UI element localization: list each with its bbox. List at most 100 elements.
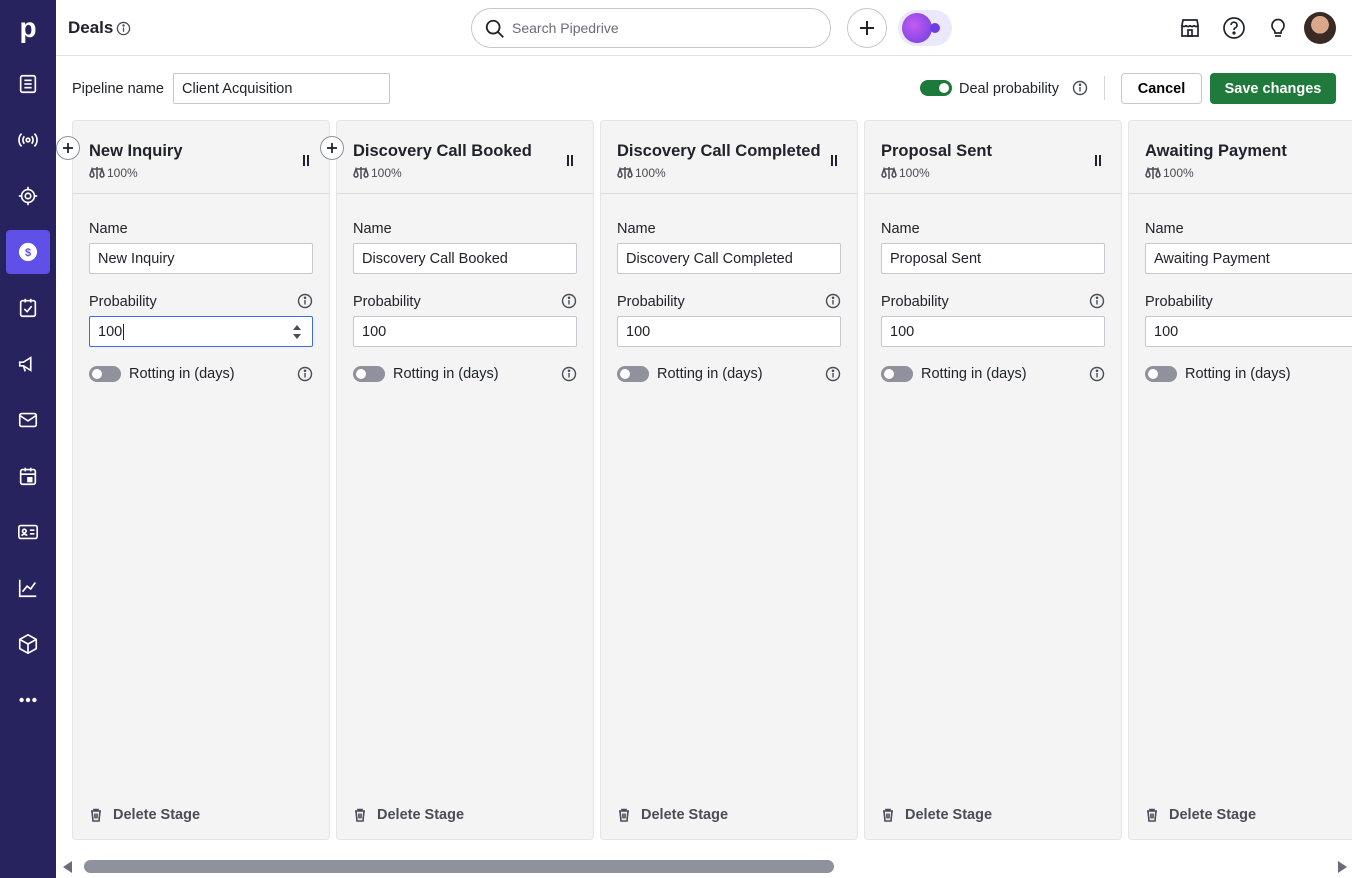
rotting-toggle[interactable] [1145, 366, 1177, 382]
top-bar: Deals Search Pipedrive [56, 0, 1352, 56]
plus-icon [63, 143, 73, 153]
activities-icon[interactable] [6, 286, 50, 330]
rotting-toggle[interactable] [881, 366, 913, 382]
page-title: Deals [68, 18, 114, 37]
probability-input[interactable]: 100 [881, 316, 1105, 347]
delete-stage-label: Delete Stage [1169, 807, 1257, 823]
info-icon[interactable] [1072, 80, 1088, 96]
stage-probability-value: 100% [371, 166, 402, 180]
text-caret [123, 323, 125, 340]
info-icon[interactable] [297, 293, 313, 309]
rotting-toggle[interactable] [353, 366, 385, 382]
probability-input[interactable]: 100 [353, 316, 577, 347]
drag-handle-icon[interactable] [1095, 155, 1101, 166]
insights-icon[interactable] [6, 566, 50, 610]
calendar-icon[interactable] [6, 454, 50, 498]
scale-icon [89, 166, 105, 179]
delete-stage-label: Delete Stage [377, 807, 465, 823]
stage-header: New Inquiry 100% [73, 121, 329, 194]
info-icon[interactable] [1089, 366, 1105, 382]
name-label: Name [881, 221, 920, 237]
horizontal-scrollbar[interactable] [56, 856, 1352, 878]
stage-name-input[interactable]: Discovery Call Booked [353, 243, 577, 274]
lightbulb-icon[interactable] [1266, 16, 1290, 40]
drag-handle-icon[interactable] [831, 155, 837, 166]
info-icon[interactable] [561, 366, 577, 382]
stage-header: Discovery Call Booked 100% [337, 121, 593, 194]
delete-stage-button[interactable]: Delete Stage [881, 807, 992, 823]
delete-stage-button[interactable]: Delete Stage [1145, 807, 1256, 823]
delete-stage-button[interactable]: Delete Stage [353, 807, 464, 823]
marketplace-icon[interactable] [1178, 16, 1202, 40]
campaigns-icon[interactable] [6, 342, 50, 386]
stage-column: Awaiting Payment 100% Name Awaiting Paym… [1128, 120, 1352, 840]
products-icon[interactable] [6, 622, 50, 666]
scale-icon [1145, 166, 1161, 179]
info-icon[interactable] [116, 21, 131, 36]
add-stage-button[interactable] [320, 136, 344, 160]
stage-title: Discovery Call Booked [353, 142, 532, 160]
delete-stage-button[interactable]: Delete Stage [89, 807, 200, 823]
info-icon[interactable] [561, 293, 577, 309]
probability-input[interactable]: 100 [617, 316, 841, 347]
help-icon[interactable] [1222, 16, 1246, 40]
delete-stage-label: Delete Stage [641, 807, 729, 823]
drag-handle-icon[interactable] [303, 155, 309, 166]
stage-probability-value: 100% [635, 166, 666, 180]
stage-header: Awaiting Payment 100% [1129, 121, 1352, 194]
trash-icon [1147, 808, 1157, 822]
probability-input[interactable]: 100 [1145, 316, 1352, 347]
scrollbar-thumb[interactable] [84, 860, 834, 873]
cancel-button[interactable]: Cancel [1121, 73, 1202, 104]
contacts-icon[interactable] [6, 510, 50, 554]
stage-probability-badge: 100% [617, 166, 666, 180]
deal-probability-toggle[interactable] [920, 80, 952, 96]
search-input[interactable]: Search Pipedrive [471, 8, 831, 48]
trash-icon [619, 808, 629, 822]
radar-icon[interactable] [6, 118, 50, 162]
probability-value: 100 [98, 323, 123, 340]
save-changes-button[interactable]: Save changes [1210, 73, 1336, 104]
drag-handle-icon[interactable] [567, 155, 573, 166]
probability-input[interactable]: 100 [89, 316, 313, 347]
probability-label: Probability [617, 294, 685, 310]
stage-title: Proposal Sent [881, 142, 992, 160]
stage-column: Discovery Call Booked 100% Name Discover… [336, 120, 594, 840]
delete-stage-button[interactable]: Delete Stage [617, 807, 728, 823]
stage-probability-badge: 100% [881, 166, 930, 180]
mail-icon[interactable] [6, 398, 50, 442]
pipeline-name-input[interactable] [173, 73, 390, 104]
rotting-label: Rotting in (days) [921, 366, 1027, 382]
avatar[interactable] [1304, 12, 1336, 44]
probability-label: Probability [89, 294, 157, 310]
delete-stage-label: Delete Stage [113, 807, 201, 823]
stage-name-input[interactable]: Awaiting Payment [1145, 243, 1352, 274]
pipedrive-logo[interactable]: p [0, 0, 56, 56]
info-icon[interactable] [825, 293, 841, 309]
stage-probability-value: 100% [899, 166, 930, 180]
divider [1104, 76, 1105, 100]
target-icon[interactable] [6, 174, 50, 218]
ai-assistant-button[interactable] [898, 10, 952, 46]
name-label: Name [1145, 221, 1184, 237]
deals-icon[interactable]: $ [6, 230, 50, 274]
stepper-icon[interactable] [292, 324, 302, 340]
search-icon [485, 19, 504, 38]
stage-name-input[interactable]: Discovery Call Completed [617, 243, 841, 274]
stage-name-input[interactable]: New Inquiry [89, 243, 313, 274]
svg-text:$: $ [25, 247, 31, 259]
leads-icon[interactable] [6, 62, 50, 106]
add-stage-button[interactable] [56, 136, 80, 160]
more-icon[interactable] [6, 678, 50, 722]
rotting-toggle[interactable] [89, 366, 121, 382]
rotting-toggle[interactable] [617, 366, 649, 382]
info-icon[interactable] [297, 366, 313, 382]
stage-column: Proposal Sent 100% Name Proposal Sent Pr… [864, 120, 1122, 840]
probability-label: Probability [881, 294, 949, 310]
scroll-left-arrow-icon[interactable] [63, 861, 72, 873]
quick-add-button[interactable] [847, 8, 887, 48]
scroll-right-arrow-icon[interactable] [1338, 861, 1347, 873]
stage-name-input[interactable]: Proposal Sent [881, 243, 1105, 274]
info-icon[interactable] [825, 366, 841, 382]
info-icon[interactable] [1089, 293, 1105, 309]
